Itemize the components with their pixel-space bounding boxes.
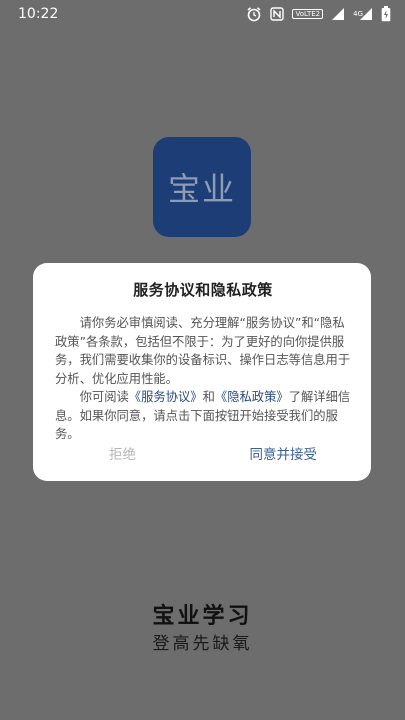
dialog-title: 服务协议和隐私政策 — [133, 281, 273, 299]
privacy-dialog: 服务协议和隐私政策 请你务必审慎阅读、充分理解“服务协议”和“隐私政策”各条款，… — [33, 263, 371, 481]
accept-button[interactable]: 同意并接受 — [250, 443, 318, 463]
brand-name: 宝业学习 — [152, 603, 253, 629]
volte-icon: VoLTE2 — [292, 9, 324, 19]
paragraph-2-and: 和 — [202, 390, 215, 404]
status-time: 10:22 — [18, 6, 59, 22]
dialog-body: 请你务必审慎阅读、充分理解“服务协议”和“隐私政策”各条款，包括但不限于：为了更… — [55, 314, 351, 444]
dialog-paragraph-2: 你可阅读《服务协议》和《隐私政策》了解详细信息。如果你同意，请点击下面按钮开始接… — [55, 388, 351, 444]
dialog-paragraph-1: 请你务必审慎阅读、充分理解“服务协议”和“隐私政策”各条款，包括但不限于：为了更… — [55, 316, 351, 386]
service-agreement-link[interactable]: 《服务协议》 — [129, 390, 203, 404]
paragraph-2-prefix: 你可阅读 — [79, 390, 129, 404]
reject-button[interactable]: 拒绝 — [109, 443, 136, 463]
signal-icon — [331, 7, 345, 21]
battery-icon — [381, 6, 391, 22]
nfc-icon — [270, 7, 285, 21]
app-icon: 宝业 — [153, 137, 251, 237]
privacy-policy-link[interactable]: 《隐私政策》 — [215, 390, 289, 404]
app-icon-text: 宝业 — [167, 170, 236, 208]
status-bar: 10:22 VoLTE2 4G — [0, 0, 405, 28]
brand-slogan: 登高先缺氧 — [152, 634, 253, 654]
alarm-icon — [246, 6, 262, 22]
signal-4g-icon: 4G — [353, 7, 373, 21]
status-icons: VoLTE2 4G — [246, 6, 391, 22]
dialog-actions: 拒绝 同意并接受 — [33, 443, 371, 463]
